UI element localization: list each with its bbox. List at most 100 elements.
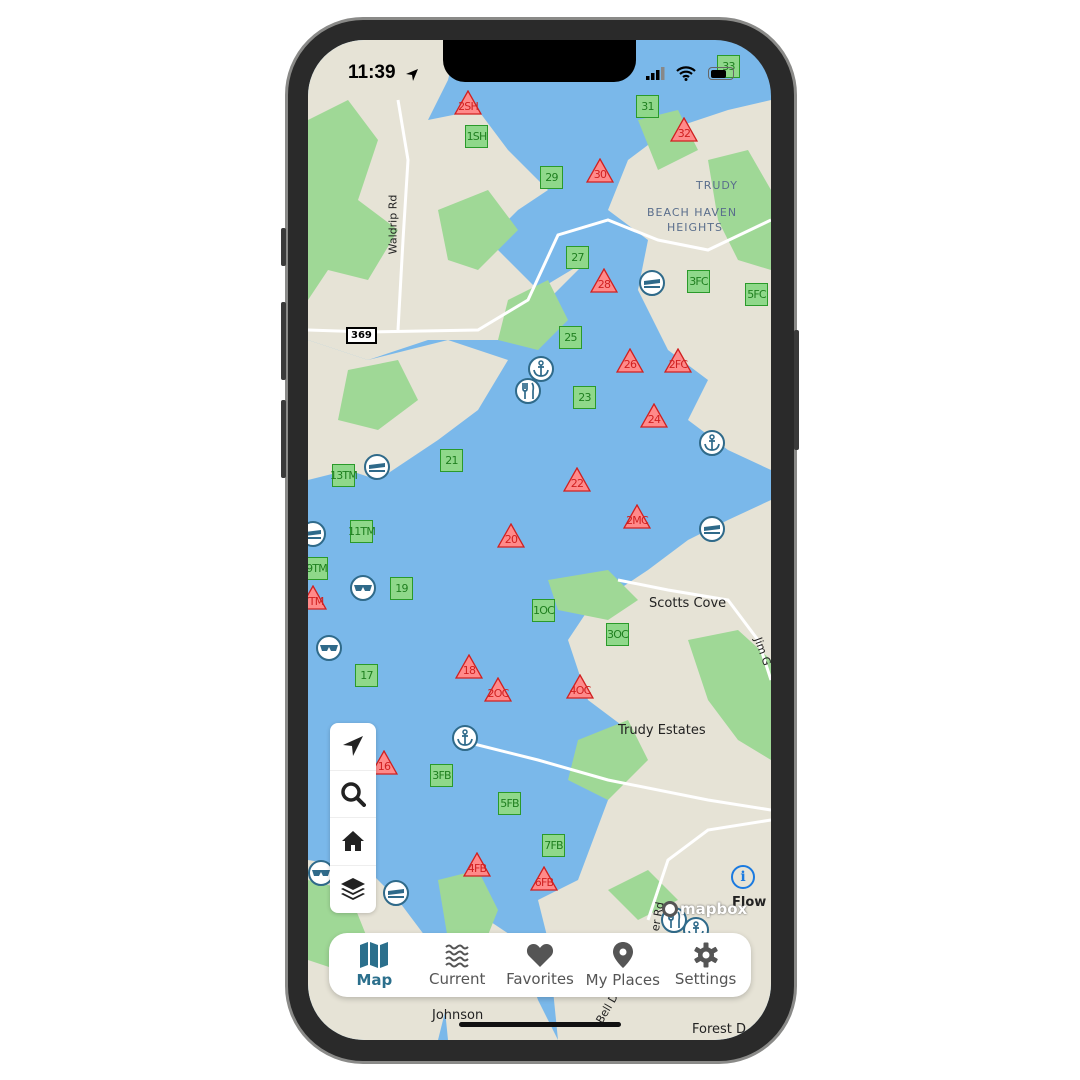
sunglasses-icon <box>354 585 372 591</box>
boat-ramp-poi[interactable] <box>364 454 390 480</box>
locate-button[interactable] <box>330 723 376 771</box>
anchor-icon <box>457 729 473 746</box>
green-marker[interactable]: 31 <box>636 95 659 118</box>
place-label: Forest D <box>692 1022 747 1037</box>
navigation-arrow-icon <box>343 736 363 757</box>
mapbox-mark-icon <box>662 901 678 917</box>
volume-down-button <box>281 400 286 478</box>
route-shield: 369 <box>346 327 377 344</box>
green-marker[interactable]: 9TM <box>308 557 328 580</box>
sunglasses-icon <box>320 645 338 651</box>
green-marker[interactable]: 17 <box>355 664 378 687</box>
green-marker[interactable]: 13TM <box>330 464 358 487</box>
heart-icon <box>526 944 554 967</box>
sunglasses-icon <box>312 870 330 876</box>
red-marker[interactable]: 18 <box>455 654 483 679</box>
red-marker[interactable]: 6FB <box>530 866 558 891</box>
red-marker[interactable]: 7TM <box>308 585 327 610</box>
red-marker[interactable]: 22 <box>563 467 591 492</box>
red-marker[interactable]: 2MC <box>623 504 651 529</box>
home-indicator <box>459 1022 621 1027</box>
red-marker[interactable]: 24 <box>640 403 668 428</box>
signal-icon <box>646 67 665 80</box>
pin-icon <box>612 942 633 968</box>
boat-ramp-icon <box>644 279 660 288</box>
green-marker[interactable]: 19 <box>390 577 413 600</box>
restaurant-icon <box>522 382 535 399</box>
red-marker[interactable]: 2SH <box>454 90 482 115</box>
tab-current[interactable]: Current <box>416 942 499 988</box>
anchor-poi[interactable] <box>699 430 725 456</box>
search-icon <box>341 782 366 807</box>
boat-ramp-icon <box>369 463 385 472</box>
battery-icon <box>708 67 734 80</box>
mapbox-logo: mapbox <box>662 900 747 918</box>
green-marker[interactable]: 23 <box>573 386 596 409</box>
boat-ramp-icon <box>308 530 321 539</box>
green-marker[interactable]: 3FB <box>430 764 453 787</box>
waves-icon <box>445 944 469 968</box>
status-time: 11:39 <box>348 62 396 83</box>
layers-icon <box>341 878 365 901</box>
boat-ramp-icon <box>704 525 720 534</box>
green-marker[interactable]: 1SH <box>465 125 488 148</box>
home-button[interactable] <box>330 818 376 866</box>
sunglasses-poi[interactable] <box>350 575 376 601</box>
place-label: Scotts Cove <box>649 596 727 611</box>
map-icon <box>360 942 389 968</box>
map-controls <box>330 723 376 913</box>
green-marker[interactable]: 3FC <box>687 270 710 293</box>
home-icon <box>342 831 364 852</box>
green-marker[interactable]: 7FB <box>542 834 565 857</box>
notch <box>443 40 636 82</box>
place-label: Trudy Estates <box>618 723 706 738</box>
gear-icon <box>693 942 718 968</box>
location-arrow-icon <box>406 69 418 81</box>
tab-settings[interactable]: Settings <box>664 942 747 988</box>
red-marker[interactable]: 2OC <box>484 677 512 702</box>
restaurant-poi[interactable] <box>515 378 541 404</box>
place-label: Johnson <box>432 1008 484 1023</box>
volume-up-button <box>281 302 286 380</box>
boat-ramp-poi[interactable] <box>383 880 409 906</box>
place-label: TRUDY <box>696 179 739 192</box>
mute-switch <box>281 228 286 266</box>
place-label: HEIGHTS <box>667 221 723 234</box>
red-marker[interactable]: 26 <box>616 348 644 373</box>
road-label: Waldrip Rd <box>386 194 400 255</box>
boat-ramp-poi[interactable] <box>639 270 665 296</box>
boat-ramp-poi[interactable] <box>699 516 725 542</box>
green-marker[interactable]: 25 <box>559 326 582 349</box>
red-marker[interactable]: 4OC <box>566 674 594 699</box>
power-button <box>794 330 799 450</box>
green-marker[interactable]: 3OC <box>606 623 629 646</box>
anchor-icon <box>533 360 549 377</box>
app-screen: TRUDY BEACH HAVEN HEIGHTS Waldrip Rd Sco… <box>308 40 771 1040</box>
anchor-icon <box>704 434 720 451</box>
green-marker[interactable]: 1OC <box>532 599 555 622</box>
place-label: BEACH HAVEN <box>647 206 738 219</box>
red-marker[interactable]: 32 <box>670 117 698 142</box>
red-marker[interactable]: 28 <box>590 268 618 293</box>
red-marker[interactable]: 30 <box>586 158 614 183</box>
tab-favorites[interactable]: Favorites <box>499 942 582 988</box>
wifi-icon <box>676 66 696 81</box>
green-marker[interactable]: 11TM <box>348 520 376 543</box>
layers-button[interactable] <box>330 866 376 914</box>
tab-bar: Map Current Favorites My Places Settings <box>329 933 751 997</box>
red-marker[interactable]: 20 <box>497 523 525 548</box>
anchor-poi[interactable] <box>452 725 478 751</box>
green-marker[interactable]: 5FC <box>745 283 768 306</box>
red-marker[interactable]: 2FC <box>664 348 692 373</box>
sunglasses-poi[interactable] <box>316 635 342 661</box>
search-button[interactable] <box>330 771 376 818</box>
green-marker[interactable]: 21 <box>440 449 463 472</box>
info-icon[interactable]: i <box>731 865 755 889</box>
green-marker[interactable]: 5FB <box>498 792 521 815</box>
tab-my-places[interactable]: My Places <box>581 941 664 989</box>
boat-ramp-icon <box>388 889 404 898</box>
green-marker[interactable]: 29 <box>540 166 563 189</box>
tab-map[interactable]: Map <box>333 941 416 989</box>
green-marker[interactable]: 27 <box>566 246 589 269</box>
red-marker[interactable]: 4FB <box>463 852 491 877</box>
